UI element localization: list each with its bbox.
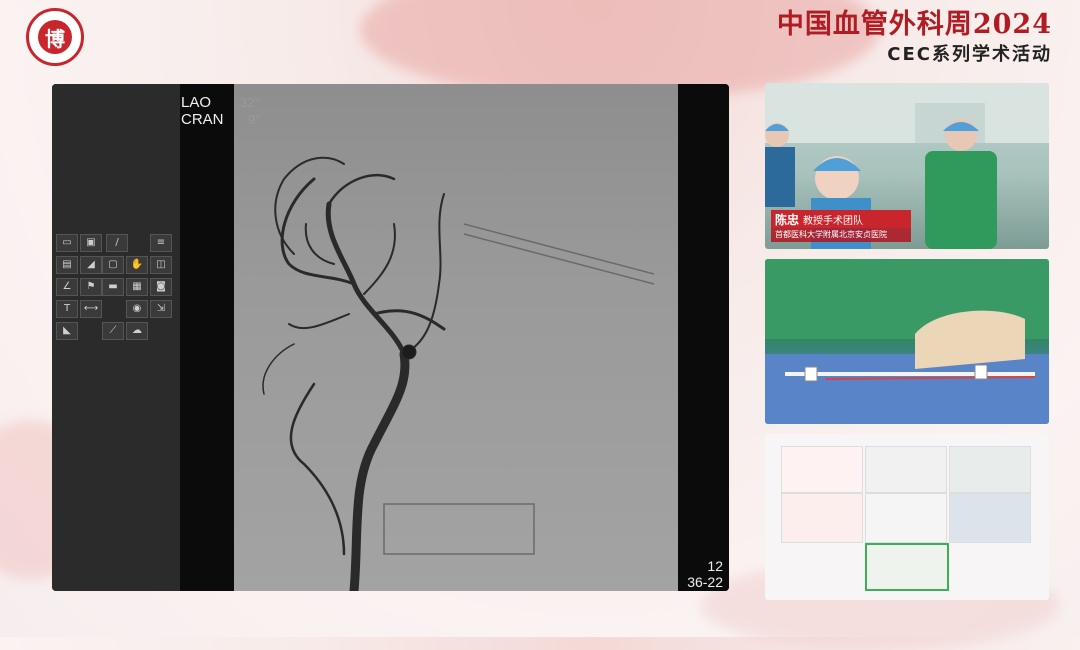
event-title: 中国血管外科周2024 (776, 9, 1052, 40)
hospital-name: 首都医科大学附属北京安贞医院 (771, 228, 911, 242)
conference-logo: 博 (26, 8, 84, 66)
frame-id: 36-22 (687, 574, 723, 590)
invert-tool-icon[interactable]: ◢ (80, 256, 102, 274)
info-tool-icon[interactable]: ◫ (150, 256, 172, 274)
viewer-margin-left (180, 84, 234, 591)
frame-number: 12 (707, 558, 723, 574)
surgeon-name-tag: 陈忠 教授手术团队 首都医科大学附属北京安贞医院 (771, 210, 911, 244)
participant-tile[interactable] (781, 493, 863, 543)
angle-tool-icon[interactable]: ∠ (56, 278, 78, 296)
surgeon-video-feed[interactable]: 陈忠 教授手术团队 首都医科大学附属北京安贞医院 (765, 83, 1049, 249)
grid-tool-icon[interactable]: ▦ (126, 278, 148, 296)
crop-tool-icon[interactable]: ▢ (102, 256, 124, 274)
cloud-tool-icon[interactable]: ☁ (126, 322, 148, 340)
line-tool-icon[interactable]: ⟋ (102, 322, 124, 340)
list-tool-icon[interactable]: ≡ (150, 234, 172, 252)
pen-tool-icon[interactable]: / (106, 234, 128, 252)
procedure-scene (765, 259, 1049, 424)
vessel-tree-illustration (262, 156, 655, 591)
hand-tool-icon[interactable]: ✋ (126, 256, 148, 274)
logo-glyph: 博 (45, 26, 65, 51)
participant-tile[interactable] (865, 446, 947, 493)
zoom-tool-icon[interactable]: ▣ (80, 234, 102, 252)
window-tool-icon[interactable]: ▤ (56, 256, 78, 274)
projection-label-primary: LAO (181, 94, 212, 111)
participant-tile[interactable] (949, 446, 1031, 493)
angiography-viewer[interactable]: ▭ ▣ / ≡ ▤ ◢ ▢ ✋ ◫ ∠ ⚑ ▬ ▦ ◙ T ⟷ ◉ ⇲ ◣ ⟋ … (52, 84, 729, 591)
angiogram-image[interactable] (234, 84, 678, 591)
measure-tool-icon[interactable]: ⟷ (80, 300, 102, 318)
export-tool-icon[interactable]: ⇲ (150, 300, 172, 318)
viewer-tool-grid: ▭ ▣ / ≡ ▤ ◢ ▢ ✋ ◫ ∠ ⚑ ▬ ▦ ◙ T ⟷ ◉ ⇲ ◣ ⟋ … (52, 234, 180, 354)
camera-tool-icon[interactable]: ◉ (126, 300, 148, 318)
viewer-toolbar-panel: ▭ ▣ / ≡ ▤ ◢ ▢ ✋ ◫ ∠ ⚑ ▬ ▦ ◙ T ⟷ ◉ ⇲ ◣ ⟋ … (52, 84, 180, 591)
procedure-video-feed[interactable] (765, 259, 1049, 424)
conference-grid-feed[interactable] (765, 434, 1049, 600)
text-tool-icon[interactable]: T (56, 300, 78, 318)
participant-tile[interactable] (865, 493, 947, 543)
surgeon-team: 教授手术团队 (803, 215, 864, 227)
logo-seal: 博 (38, 20, 72, 54)
layout-tool-icon[interactable]: ▭ (56, 234, 78, 252)
surgeon-name: 陈忠 (775, 212, 800, 227)
participant-tile[interactable] (865, 543, 949, 591)
flag-tool-icon[interactable]: ⚑ (80, 278, 102, 296)
projection-angle-secondary: 9° (248, 112, 261, 127)
projection-angle-primary: 32° (240, 95, 260, 110)
rect-tool-icon[interactable]: ▬ (102, 278, 124, 296)
projection-label-secondary: CRAN (181, 111, 224, 128)
participant-tile[interactable] (949, 493, 1031, 543)
viewer-margin-right (678, 84, 729, 591)
participant-tile[interactable] (781, 446, 863, 493)
capture-tool-icon[interactable]: ◙ (150, 278, 172, 296)
event-subtitle: CEC系列学术活动 (887, 44, 1052, 65)
arrow-tool-icon[interactable]: ◣ (56, 322, 78, 340)
name-tag-header: 陈忠 教授手术团队 (771, 210, 911, 228)
event-title-block: 中国血管外科周2024 CEC系列学术活动 (777, 8, 1052, 68)
